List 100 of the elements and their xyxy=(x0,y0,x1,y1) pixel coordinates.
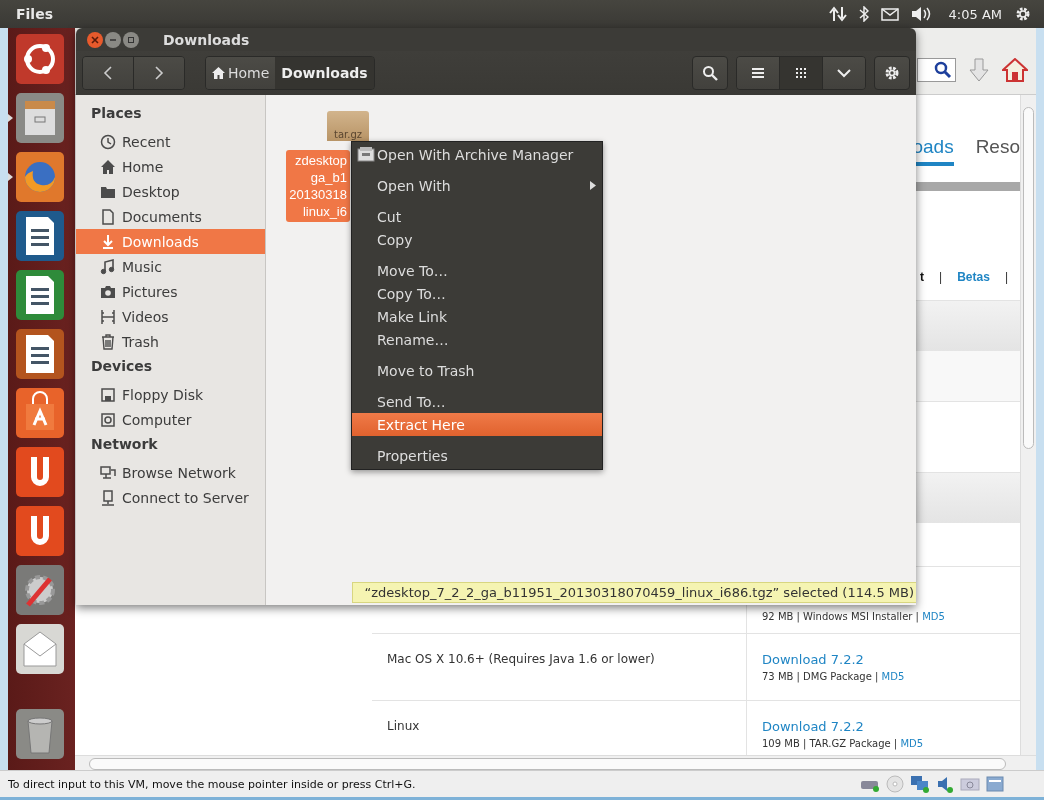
sidebar-item[interactable]: Desktop xyxy=(76,179,265,204)
forward-button[interactable] xyxy=(134,57,184,89)
list-view-button[interactable] xyxy=(737,57,780,89)
trash-icon[interactable] xyxy=(16,709,64,759)
app-name: Files xyxy=(16,6,53,22)
window-icon[interactable] xyxy=(986,776,1004,792)
file-cabinet-icon[interactable] xyxy=(16,93,64,143)
chevron-left-icon xyxy=(103,66,113,80)
sidebar-heading: Devices xyxy=(90,357,154,376)
menu-item[interactable]: Make Link xyxy=(352,305,602,328)
shopping-bag-icon[interactable] xyxy=(16,388,64,438)
network-icon[interactable] xyxy=(910,775,930,793)
link-text: t xyxy=(920,270,925,284)
sidebar-item[interactable]: Floppy Disk xyxy=(76,382,265,407)
archive-manager-icon xyxy=(357,146,375,162)
menu-item[interactable]: Cut xyxy=(352,205,602,228)
sidebar-item[interactable]: Trash xyxy=(76,329,265,354)
menu-item[interactable]: Send To… xyxy=(352,390,602,413)
chevron-down-icon xyxy=(837,68,851,78)
md5-link[interactable]: MD5 xyxy=(922,611,945,622)
computer-icon xyxy=(100,411,116,428)
sidebar-heading: Places xyxy=(90,104,143,123)
download-link[interactable]: Download 7.2.2 xyxy=(762,652,905,667)
close-icon xyxy=(91,35,99,44)
menu-item[interactable]: Copy To… xyxy=(352,282,602,305)
sidebar-item[interactable]: Documents xyxy=(76,204,265,229)
sidebar-item[interactable]: Home xyxy=(76,154,265,179)
ubuntu-logo-icon[interactable] xyxy=(16,34,64,84)
separator-text: | xyxy=(939,270,943,284)
floppy-icon xyxy=(100,386,116,403)
chevron-right-icon xyxy=(154,66,164,80)
maximize-button[interactable] xyxy=(123,31,139,48)
menu-item[interactable]: Properties xyxy=(352,444,602,467)
grid-view-button[interactable] xyxy=(780,57,823,89)
package-info: 109 MB | TAR.GZ Package | xyxy=(762,738,899,749)
doc-icon xyxy=(100,208,116,225)
home-icon xyxy=(100,158,116,175)
submenu-arrow-icon xyxy=(590,181,596,190)
search-icon[interactable] xyxy=(934,61,952,79)
camera-icon[interactable] xyxy=(960,776,980,792)
document-icon[interactable] xyxy=(16,211,64,261)
download-icon xyxy=(100,233,116,250)
search-icon xyxy=(702,65,718,81)
trash-icon xyxy=(100,333,116,350)
grid-icon xyxy=(795,67,807,79)
sidebar-item[interactable]: Browse Network xyxy=(76,460,265,485)
sidebar-item[interactable]: Recent xyxy=(76,129,265,154)
envelope-icon[interactable] xyxy=(16,624,64,674)
letter-u-icon[interactable] xyxy=(16,447,64,497)
menu-item[interactable]: Open With Archive Manager xyxy=(352,143,602,166)
search-button[interactable] xyxy=(692,56,728,90)
separator-text: | xyxy=(1004,270,1008,284)
path-button[interactable]: Home xyxy=(206,57,276,89)
menu-item[interactable]: Copy xyxy=(352,228,602,251)
camera-icon xyxy=(100,283,116,300)
download-link[interactable]: Download 7.2.2 xyxy=(762,719,924,734)
package-info: 73 MB | DMG Package | xyxy=(762,671,880,682)
betas-link[interactable]: Betas xyxy=(957,270,990,284)
settings-icon xyxy=(884,65,900,81)
settings-button[interactable] xyxy=(874,56,910,90)
volume-icon[interactable] xyxy=(910,6,933,22)
recent-icon xyxy=(100,133,116,150)
search-field[interactable] xyxy=(917,58,956,82)
menu-item[interactable]: Move To… xyxy=(352,259,602,282)
sidebar-item[interactable]: Connect to Server xyxy=(76,485,265,510)
clock[interactable]: 4:05 AM xyxy=(948,6,1002,22)
transfer-icon[interactable] xyxy=(828,6,847,22)
platform-cell: Mac OS X 10.6+ (Requires Java 1.6 or lower) xyxy=(372,634,747,700)
list-icon xyxy=(752,67,764,79)
menu-item[interactable]: Rename… xyxy=(352,328,602,351)
archive-file-icon[interactable]: tar.gz xyxy=(327,111,369,141)
path-button[interactable]: Downloads xyxy=(275,57,374,89)
close-button[interactable] xyxy=(87,31,103,48)
site-tab[interactable]: Reso xyxy=(975,136,1020,166)
package-info: 92 MB | Windows MSI Installer | xyxy=(762,611,920,622)
menu-item[interactable]: Move to Trash xyxy=(352,359,602,382)
md5-link[interactable]: MD5 xyxy=(881,671,905,682)
view-options-button[interactable] xyxy=(823,57,865,89)
minimize-button[interactable] xyxy=(105,31,121,48)
audio-icon[interactable] xyxy=(936,775,954,793)
back-button[interactable] xyxy=(83,57,134,89)
horizontal-scrollbar[interactable] xyxy=(75,755,1036,770)
mail-icon[interactable] xyxy=(880,7,899,21)
home-icon[interactable] xyxy=(1002,58,1028,82)
status-tooltip: “zdesktop_7_2_2_ga_b11951_20130318070459_linux_i686.tgz” selected (114.5 MB) xyxy=(351,582,916,603)
vm-status-message: To direct input to this VM, move the mouse pointer inside or press Ctrl+G. xyxy=(8,777,416,791)
settings-icon[interactable] xyxy=(1014,5,1032,23)
bluetooth-icon[interactable] xyxy=(858,6,869,22)
sidebar-item[interactable]: Pictures xyxy=(76,279,265,304)
file-type-label: tar.gz xyxy=(334,129,362,141)
vertical-scrollbar[interactable] xyxy=(1020,95,1036,755)
server-icon xyxy=(100,489,116,506)
md5-link[interactable]: MD5 xyxy=(900,738,924,749)
maximize-icon xyxy=(127,35,135,44)
film-icon xyxy=(100,308,116,325)
sidebar-item[interactable]: Music xyxy=(76,254,265,279)
sidebar-item[interactable]: Computer xyxy=(76,407,265,432)
network-icon xyxy=(100,464,116,481)
menu-item[interactable]: Open With xyxy=(352,174,602,197)
sidebar-item[interactable]: Videos xyxy=(76,304,265,329)
